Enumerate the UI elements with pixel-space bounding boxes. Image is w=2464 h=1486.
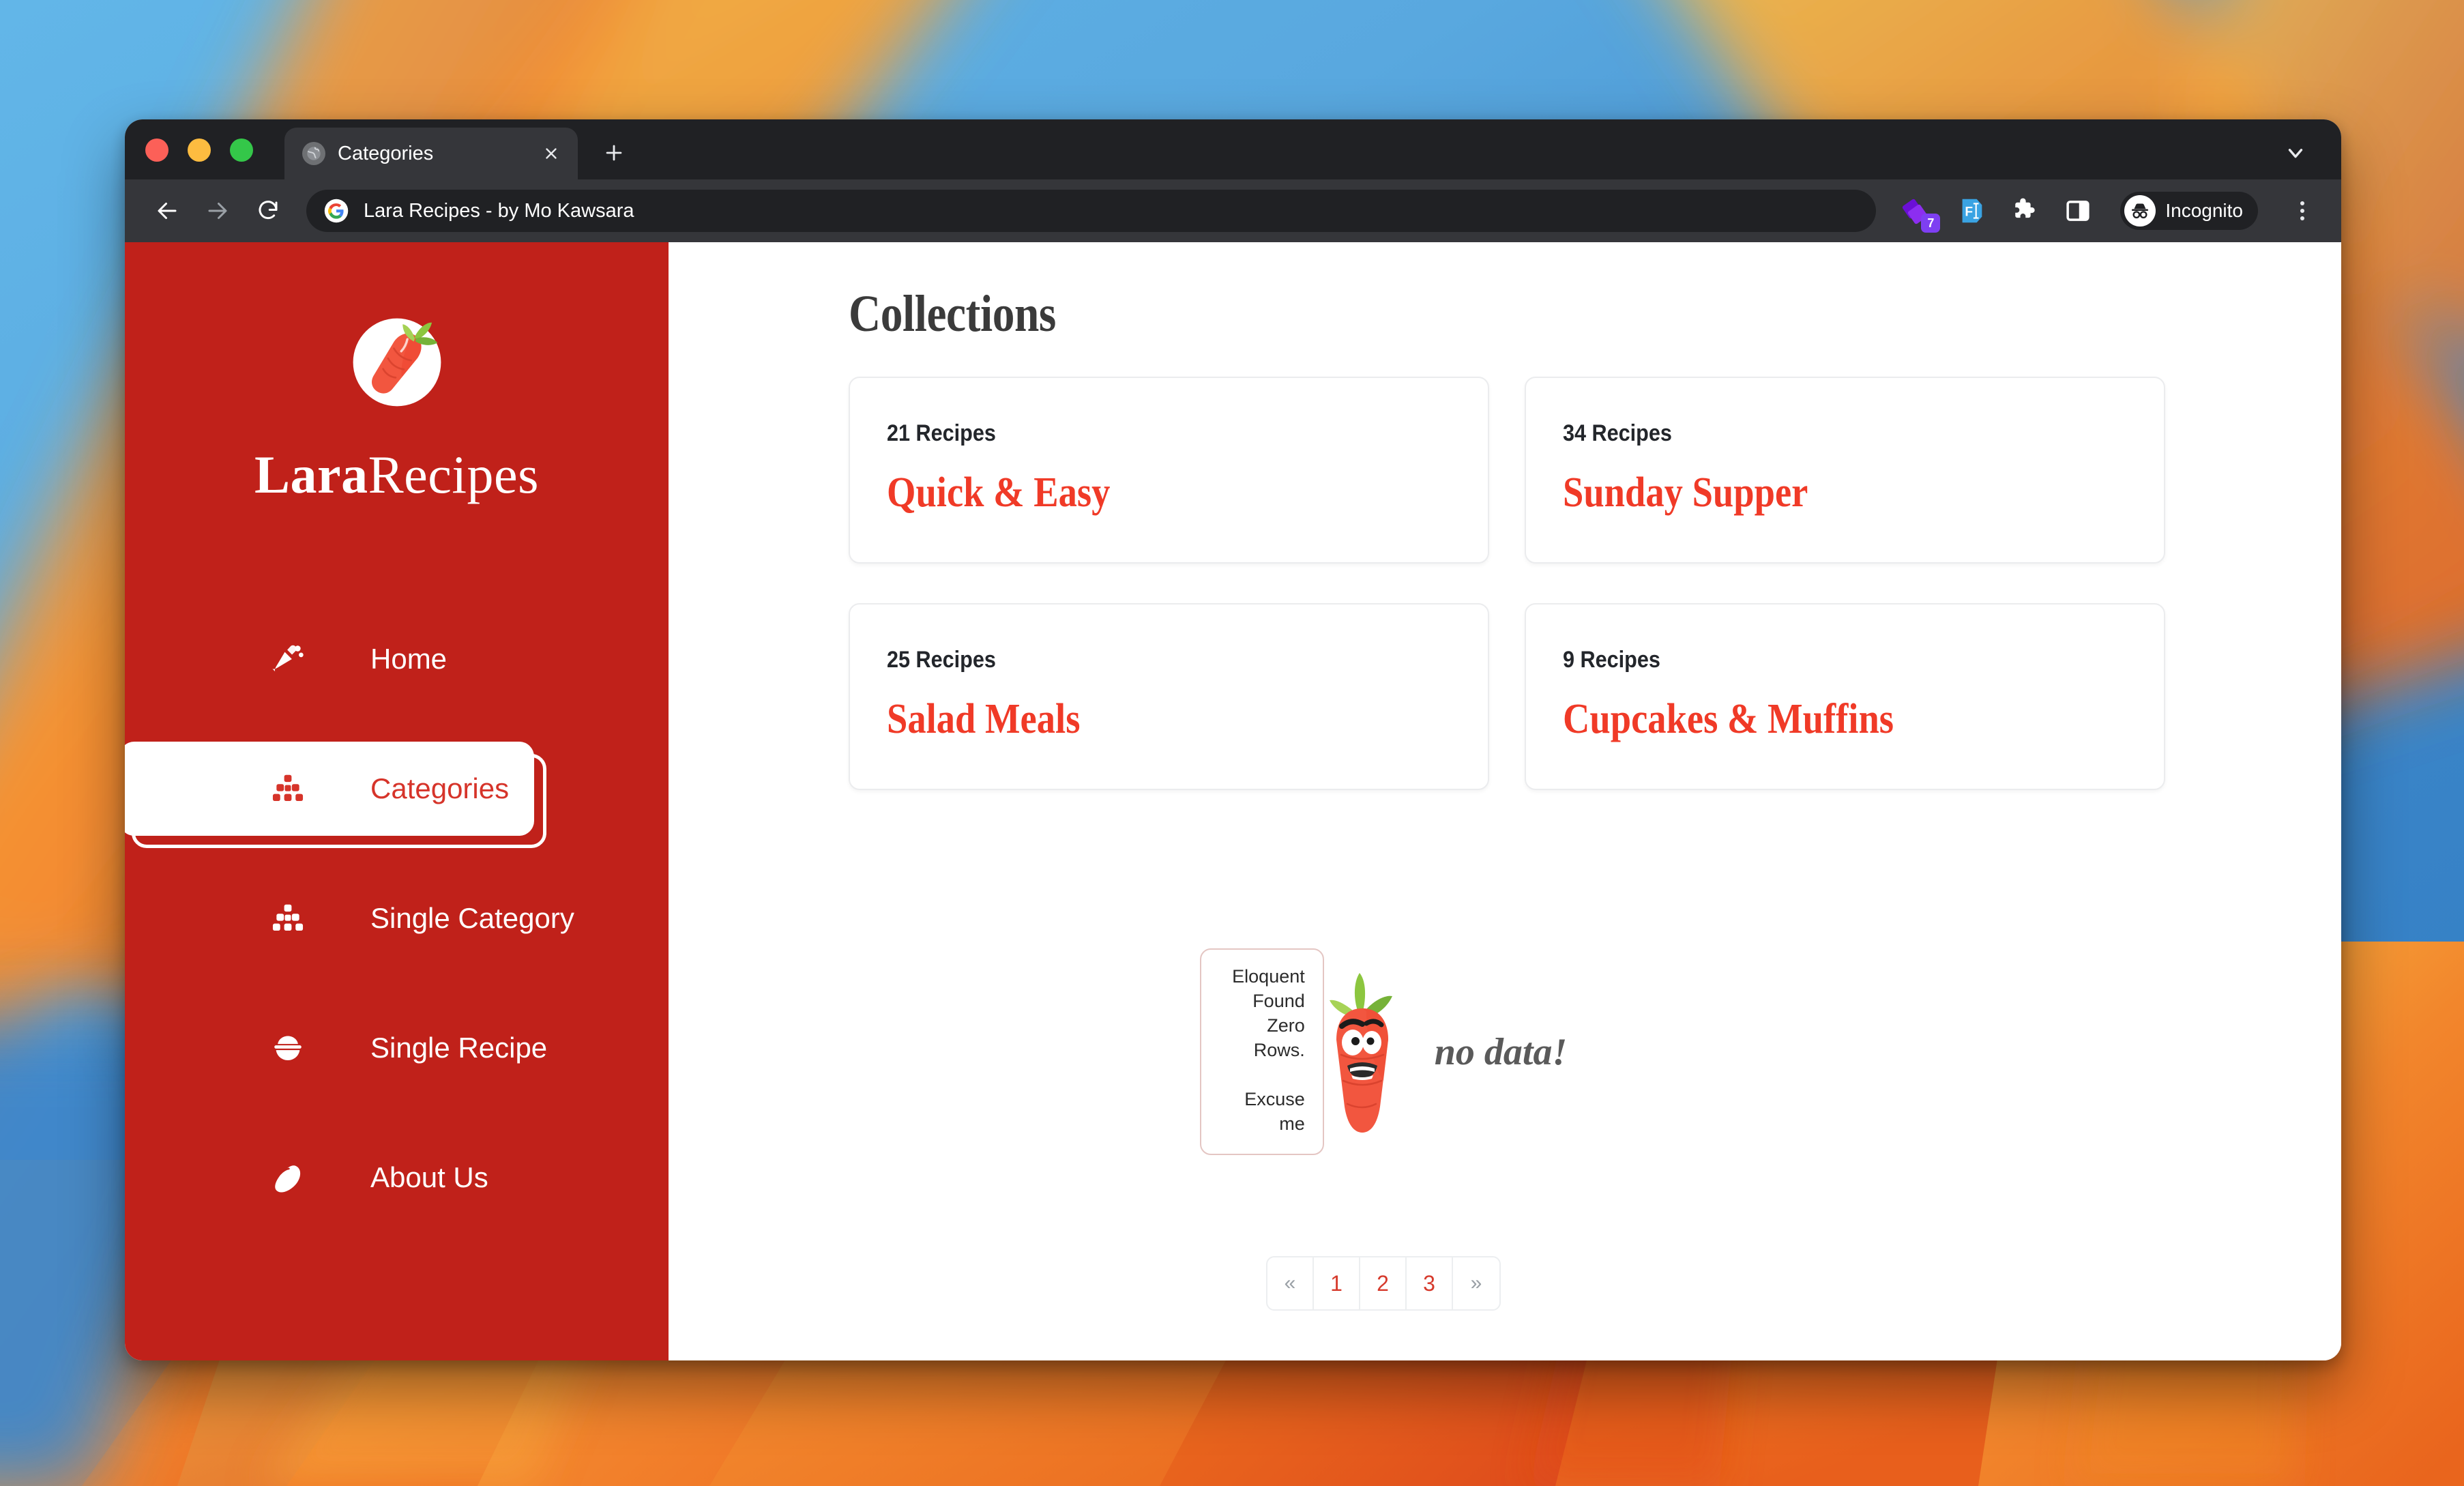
page-title: Collections	[849, 285, 1056, 343]
collection-title: Sunday Supper	[1563, 469, 1808, 516]
browser-tab-strip: Categories	[125, 119, 2341, 179]
forward-arrow-icon[interactable]	[196, 189, 239, 233]
puzzle-extensions-icon[interactable]	[2007, 193, 2042, 229]
brand[interactable]: LaraRecipes	[125, 305, 669, 506]
extension-badge-count: 7	[1921, 214, 1941, 233]
collection-title: Cupcakes & Muffins	[1563, 696, 1894, 742]
sidebar-item-label: Single Recipe	[370, 1032, 548, 1064]
speech-bubble-line-1: Eloquent Found Zero Rows.	[1232, 966, 1305, 1060]
sidebar-item-about-us[interactable]: About Us	[125, 1113, 669, 1242]
main-content: Collections 21 Recipes Quick & Easy 34 R…	[669, 242, 2341, 1360]
stacked-blocks-icon	[268, 899, 308, 938]
stacked-blocks-icon	[268, 769, 308, 808]
rice-bowl-icon	[268, 1028, 308, 1068]
collection-recipe-count: 21 Recipes	[887, 420, 996, 446]
brand-name: LaraRecipes	[254, 444, 539, 506]
sidebar-item-single-recipe[interactable]: Single Recipe	[125, 983, 669, 1113]
browser-window: Categories Lara Recipes - by Mo Kawsara …	[125, 119, 2341, 1360]
pagination-page-3[interactable]: 3	[1407, 1257, 1453, 1310]
worried-carrot-icon	[1317, 966, 1407, 1138]
toolbar-icons: 7 F Incognito	[1901, 192, 2318, 233]
close-window-button[interactable]	[145, 139, 168, 162]
google-icon	[324, 199, 349, 223]
pagination-next[interactable]: »	[1453, 1257, 1499, 1309]
back-arrow-icon[interactable]	[145, 189, 189, 233]
figma-extension-icon[interactable]: F	[1954, 193, 1989, 229]
sidebar-item-categories[interactable]: Categories	[125, 724, 669, 854]
reload-icon[interactable]	[246, 189, 290, 233]
minimize-window-button[interactable]	[188, 139, 211, 162]
sidebar-item-label: Home	[370, 643, 448, 675]
maximize-window-button[interactable]	[230, 139, 253, 162]
carrot-logo-icon	[340, 305, 454, 420]
collection-card[interactable]: 25 Recipes Salad Meals	[849, 603, 1489, 790]
empty-state: Eloquent Found Zero Rows. Excuse me no d…	[849, 948, 2273, 1156]
pagination-list: « 1 2 3 »	[1266, 1256, 1501, 1311]
sidebar-item-home[interactable]: Home	[125, 594, 669, 724]
pagination: « 1 2 3 »	[849, 1256, 2273, 1311]
svg-text:F: F	[1965, 205, 1974, 220]
collection-title: Quick & Easy	[887, 469, 1111, 516]
sidebar-item-single-category[interactable]: Single Category	[125, 854, 669, 983]
collection-recipe-count: 25 Recipes	[887, 647, 996, 673]
profile-label: Incognito	[2165, 200, 2243, 221]
speech-bubble: Eloquent Found Zero Rows. Excuse me	[1199, 948, 1324, 1156]
collections-grid: 21 Recipes Quick & Easy 34 Recipes Sunda…	[849, 377, 2165, 790]
close-icon[interactable]	[540, 142, 563, 165]
purple-diamond-extension-icon[interactable]: 7	[1901, 193, 1941, 233]
chevron-down-icon[interactable]	[2280, 137, 2311, 169]
brand-name-bold: Lara	[254, 445, 368, 504]
profile-incognito-indicator[interactable]: Incognito	[2120, 192, 2258, 230]
no-data-caption: no data!	[1434, 1030, 1568, 1073]
brand-name-light: Recipes	[368, 445, 540, 504]
side-panel-icon[interactable]	[2060, 193, 2096, 229]
incognito-icon	[2124, 195, 2156, 227]
page-viewport: LaraRecipes Home Categories Single Categ…	[125, 242, 2341, 1360]
tabstrip-right-controls	[2280, 137, 2341, 179]
kebab-menu-icon[interactable]	[2287, 195, 2318, 227]
collection-card[interactable]: 21 Recipes Quick & Easy	[849, 377, 1489, 564]
pagination-prev[interactable]: «	[1267, 1257, 1314, 1310]
collection-title: Salad Meals	[887, 696, 1081, 742]
lemon-icon	[268, 1158, 308, 1197]
address-bar-text: Lara Recipes - by Mo Kawsara	[364, 199, 634, 222]
sidebar-item-label: About Us	[370, 1161, 488, 1193]
browser-toolbar: Lara Recipes - by Mo Kawsara 7 F Incogni…	[125, 179, 2341, 242]
app-sidebar: LaraRecipes Home Categories Single Categ…	[125, 242, 669, 1360]
collection-card[interactable]: 34 Recipes Sunday Supper	[1525, 377, 2165, 564]
new-tab-button[interactable]	[593, 132, 635, 174]
collection-recipe-count: 34 Recipes	[1563, 420, 1672, 446]
pagination-page-2[interactable]: 2	[1360, 1257, 1407, 1310]
sidebar-item-label: Single Category	[370, 902, 574, 934]
collection-recipe-count: 9 Recipes	[1563, 647, 1660, 673]
address-bar[interactable]: Lara Recipes - by Mo Kawsara	[306, 190, 1877, 232]
window-controls	[145, 139, 253, 179]
browser-tab[interactable]: Categories	[284, 128, 578, 179]
speech-bubble-line-2: Excuse me	[1244, 1088, 1305, 1134]
tab-title: Categories	[338, 142, 434, 164]
sidebar-item-label: Categories	[370, 772, 510, 804]
carrot-icon	[268, 639, 308, 679]
collection-card[interactable]: 9 Recipes Cupcakes & Muffins	[1525, 603, 2165, 790]
pagination-page-1[interactable]: 1	[1314, 1257, 1360, 1310]
globe-icon	[302, 142, 325, 165]
sidebar-nav: Home Categories Single Category Single R…	[125, 594, 669, 1242]
